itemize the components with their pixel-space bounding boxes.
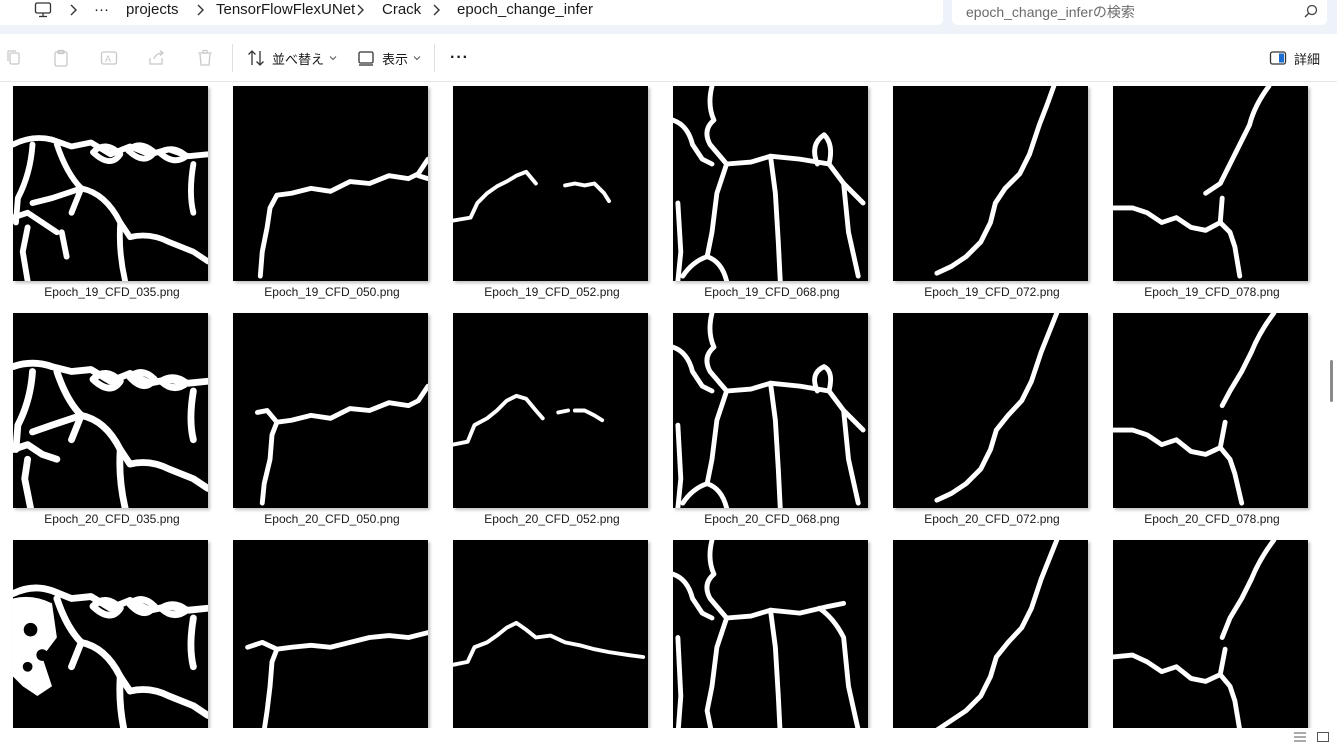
sort-icon	[248, 50, 264, 66]
crack-mask-image	[453, 393, 605, 447]
chevron-down-icon	[329, 56, 337, 61]
image-thumbnail	[453, 313, 648, 508]
file-name: Epoch_19_CFD_050.png	[264, 285, 400, 299]
image-thumbnail	[893, 313, 1088, 508]
view-label: 表示	[382, 51, 409, 67]
breadcrumb-item-projects[interactable]: projects	[126, 1, 179, 19]
image-thumbnail	[13, 86, 208, 281]
crack-mask-image	[673, 540, 861, 728]
chevron-right-icon	[70, 4, 77, 16]
image-thumbnail	[673, 313, 868, 508]
command-bar: A 並べ替え 表示 ··· 詳細	[0, 34, 1337, 82]
copy-icon	[7, 50, 20, 65]
file-name: Epoch_20_CFD_078.png	[1144, 512, 1280, 526]
list-view-icon[interactable]	[1293, 731, 1307, 743]
image-thumbnail	[453, 86, 648, 281]
chevron-right-icon	[433, 4, 440, 16]
file-name: Epoch_20_CFD_035.png	[44, 512, 180, 526]
computer-icon[interactable]	[34, 1, 52, 19]
view-icon	[358, 51, 374, 66]
file-grid: Epoch_19_CFD_035.png Epoch_19_CFD_050.pn…	[0, 82, 1324, 728]
more-options-icon: ···	[450, 49, 469, 66]
crack-mask-image	[13, 135, 208, 281]
clipboard-icon	[54, 49, 68, 67]
chevron-right-icon	[357, 4, 364, 16]
rename-icon: A	[100, 51, 118, 65]
toolbar-divider	[434, 44, 435, 72]
crack-mask-image	[254, 383, 428, 506]
search-icon[interactable]	[1303, 3, 1319, 19]
status-bar	[0, 728, 1337, 746]
file-name: Epoch_19_CFD_035.png	[44, 285, 180, 299]
vertical-scrollbar[interactable]	[1326, 82, 1337, 728]
crack-mask-image	[245, 630, 428, 728]
image-thumbnail	[673, 540, 868, 728]
breadcrumb[interactable]: ··· projects TensorFlowFlexUNet Crack ep…	[0, 0, 943, 25]
details-button[interactable]: 詳細	[1268, 46, 1320, 70]
image-thumbnail	[893, 540, 1088, 728]
breadcrumb-item-epoch-change-infer[interactable]: epoch_change_infer	[457, 1, 593, 19]
breadcrumb-more[interactable]: ···	[94, 1, 109, 19]
image-thumbnail	[453, 540, 648, 728]
crack-mask-image	[673, 86, 866, 281]
file-name: Epoch_20_CFD_050.png	[264, 512, 400, 526]
breadcrumb-item-tensorflowflexunet[interactable]: TensorFlowFlexUNet	[216, 1, 355, 19]
tile-view-icon[interactable]	[1316, 731, 1330, 743]
file-name: Epoch_20_CFD_068.png	[704, 512, 840, 526]
file-name: Epoch_20_CFD_072.png	[924, 512, 1060, 526]
image-thumbnail	[673, 86, 868, 281]
crack-mask-image	[935, 540, 1060, 728]
search-input[interactable]: epoch_change_inferの検索	[952, 0, 1327, 25]
image-thumbnail	[233, 313, 428, 508]
details-label: 詳細	[1294, 51, 1321, 67]
rename-button[interactable]: A	[99, 46, 119, 70]
file-name: Epoch_19_CFD_072.png	[924, 285, 1060, 299]
toolbar-divider	[232, 44, 233, 72]
crack-mask-image	[934, 86, 1057, 276]
svg-text:A: A	[105, 54, 111, 64]
crack-mask-image	[673, 313, 866, 508]
chevron-down-icon	[413, 56, 421, 61]
scrollbar-thumb[interactable]	[1330, 360, 1333, 402]
sort-label: 並べ替え	[272, 51, 325, 67]
view-button[interactable]: 表示	[356, 46, 421, 70]
image-thumbnail	[233, 540, 428, 728]
details-pane-icon	[1269, 51, 1287, 65]
trash-icon	[198, 49, 212, 66]
copy-button[interactable]	[4, 46, 24, 70]
image-thumbnail	[1113, 86, 1308, 281]
image-thumbnail	[13, 313, 208, 508]
more-options-button[interactable]: ···	[450, 46, 469, 70]
file-name: Epoch_19_CFD_078.png	[1144, 285, 1280, 299]
crack-mask-image	[13, 584, 208, 728]
search-placeholder: epoch_change_inferの検索	[966, 4, 1135, 20]
paste-button[interactable]	[51, 46, 71, 70]
image-thumbnail	[893, 86, 1088, 281]
crack-mask-image	[453, 620, 646, 667]
crack-mask-image	[934, 313, 1060, 503]
share-icon	[149, 50, 165, 65]
image-thumbnail	[1113, 313, 1308, 508]
crack-mask-image	[1113, 540, 1277, 728]
crack-mask-image	[453, 169, 611, 223]
crack-mask-image	[13, 359, 208, 508]
image-thumbnail	[1113, 540, 1308, 728]
file-name: Epoch_19_CFD_068.png	[704, 285, 840, 299]
crack-mask-image	[1113, 313, 1277, 506]
breadcrumb-item-crack[interactable]: Crack	[382, 1, 421, 19]
file-name: Epoch_19_CFD_052.png	[484, 285, 620, 299]
share-button[interactable]	[147, 46, 167, 70]
crack-mask-image	[1113, 86, 1272, 279]
delete-button[interactable]	[195, 46, 215, 70]
image-thumbnail	[233, 86, 428, 281]
address-bar-area: ··· projects TensorFlowFlexUNet Crack ep…	[0, 0, 1337, 34]
sort-button[interactable]: 並べ替え	[246, 46, 337, 70]
chevron-right-icon	[197, 4, 204, 16]
crack-mask-image	[257, 156, 428, 279]
file-name: Epoch_20_CFD_052.png	[484, 512, 620, 526]
image-thumbnail	[13, 540, 208, 728]
